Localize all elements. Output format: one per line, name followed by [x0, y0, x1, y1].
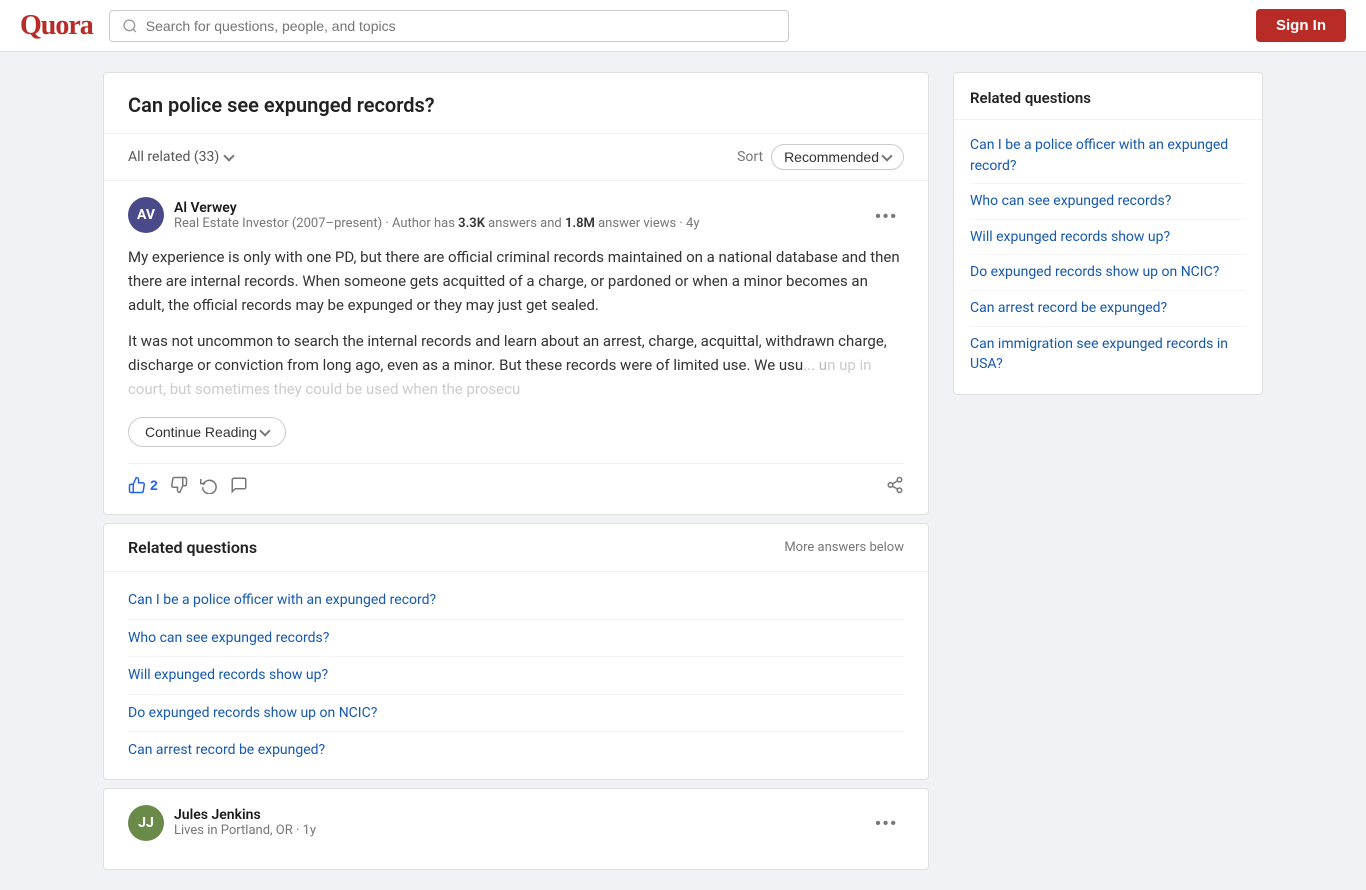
search-input[interactable] — [146, 18, 776, 34]
upvote-count: 2 — [150, 477, 158, 493]
main-column: Can police see expunged records? All rel… — [103, 72, 929, 870]
upvote-icon — [128, 476, 146, 494]
answer-author: AV Al Verwey Real Estate Investor (2007–… — [128, 197, 904, 233]
continue-reading-label: Continue Reading — [145, 424, 257, 440]
list-item: Who can see expunged records? — [970, 184, 1246, 220]
search-box — [109, 10, 789, 42]
sidebar-links-list: Can I be a police officer with an expung… — [954, 120, 1262, 394]
answer-section: AV Al Verwey Real Estate Investor (2007–… — [104, 181, 928, 514]
sort-value: Recommended — [784, 149, 879, 165]
list-item: Can arrest record be expunged? — [970, 291, 1246, 327]
continue-chevron-icon — [259, 425, 270, 436]
sidebar-link-3[interactable]: Will expunged records show up? — [970, 229, 1170, 245]
comment-icon — [230, 476, 248, 494]
related-questions-title: Related questions — [128, 538, 257, 557]
sidebar-link-4[interactable]: Do expunged records show up on NCIC? — [970, 264, 1219, 280]
answer-body-p1: My experience is only with one PD, but t… — [128, 245, 904, 317]
ellipsis-icon — [875, 204, 898, 226]
page-content: Can police see expunged records? All rel… — [83, 52, 1283, 890]
sidebar-link-6[interactable]: Can immigration see expunged records in … — [970, 336, 1228, 373]
share-icon — [200, 476, 218, 494]
second-avatar: JJ — [128, 805, 164, 841]
list-item: Do expunged records show up on NCIC? — [970, 255, 1246, 291]
answer-body-faded1: ... u — [803, 356, 827, 374]
upvote-button[interactable]: 2 — [128, 472, 158, 498]
sidebar-link-1[interactable]: Can I be a police officer with an expung… — [970, 137, 1228, 174]
quora-logo[interactable]: Quora — [20, 10, 93, 42]
all-related-label: All related (33) — [128, 149, 219, 165]
list-item: Who can see expunged records? — [128, 620, 904, 658]
related-link-5[interactable]: Can arrest record be expunged? — [128, 742, 325, 758]
search-icon — [122, 18, 138, 34]
related-questions-header: Related questions More answers below — [104, 524, 928, 572]
related-questions-card: Related questions More answers below Can… — [103, 523, 929, 780]
related-questions-list: Can I be a police officer with an expung… — [104, 572, 928, 779]
sort-chevron-icon — [881, 150, 892, 161]
answer-actions: 2 — [128, 463, 904, 498]
question-meta: All related (33) Sort Recommended — [104, 134, 928, 181]
header-right: Sign In — [1256, 9, 1346, 42]
related-link-1[interactable]: Can I be a police officer with an expung… — [128, 592, 436, 608]
sidebar: Related questions Can I be a police offi… — [953, 72, 1263, 395]
sign-in-button[interactable]: Sign In — [1256, 9, 1346, 42]
second-author-bio: Lives in Portland, OR · 1y — [174, 823, 316, 838]
list-item: Can arrest record be expunged? — [128, 732, 904, 769]
sidebar-title: Related questions — [954, 73, 1262, 120]
author-details: Al Verwey Real Estate Investor (2007–pre… — [174, 200, 700, 231]
answer-body-p2: It was not uncommon to search the intern… — [128, 329, 904, 401]
question-header: Can police see expunged records? — [104, 73, 928, 134]
second-ellipsis-icon — [875, 811, 898, 833]
author-bio: Real Estate Investor (2007–present) · Au… — [174, 216, 700, 231]
more-answers-label: More answers below — [784, 540, 904, 555]
header: Quora Sign In — [0, 0, 1366, 52]
comment-button[interactable] — [230, 472, 248, 498]
external-share-button[interactable] — [886, 472, 904, 498]
external-share-icon — [886, 476, 904, 494]
list-item: Can I be a police officer with an expung… — [128, 582, 904, 620]
downvote-button[interactable] — [170, 472, 188, 498]
related-link-2[interactable]: Who can see expunged records? — [128, 630, 329, 646]
downvote-icon — [170, 476, 188, 494]
second-more-options-button[interactable] — [869, 809, 904, 836]
second-author-info: JJ Jules Jenkins Lives in Portland, OR ·… — [128, 805, 316, 841]
second-answer-author: JJ Jules Jenkins Lives in Portland, OR ·… — [128, 805, 904, 841]
second-answer-section: JJ Jules Jenkins Lives in Portland, OR ·… — [104, 789, 928, 869]
list-item: Will expunged records show up? — [128, 657, 904, 695]
sidebar-card: Related questions Can I be a police offi… — [953, 72, 1263, 395]
question-title: Can police see expunged records? — [128, 93, 904, 117]
question-card: Can police see expunged records? All rel… — [103, 72, 929, 515]
related-link-4[interactable]: Do expunged records show up on NCIC? — [128, 705, 377, 721]
share-button[interactable] — [200, 472, 218, 498]
list-item: Can immigration see expunged records in … — [970, 327, 1246, 382]
chevron-down-icon — [224, 150, 235, 161]
continue-reading-button[interactable]: Continue Reading — [128, 417, 286, 447]
second-author-details: Jules Jenkins Lives in Portland, OR · 1y — [174, 807, 316, 838]
search-container — [109, 10, 789, 42]
more-options-button[interactable] — [869, 202, 904, 229]
author-info: AV Al Verwey Real Estate Investor (2007–… — [128, 197, 700, 233]
answer-body-p2-text: It was not uncommon to search the intern… — [128, 332, 887, 374]
sidebar-link-2[interactable]: Who can see expunged records? — [970, 193, 1171, 209]
list-item: Can I be a police officer with an expung… — [970, 128, 1246, 184]
author-name[interactable]: Al Verwey — [174, 200, 700, 216]
sort-button[interactable]: Recommended — [771, 144, 904, 170]
related-link-3[interactable]: Will expunged records show up? — [128, 667, 328, 683]
second-answer-card: JJ Jules Jenkins Lives in Portland, OR ·… — [103, 788, 929, 870]
all-related-button[interactable]: All related (33) — [128, 149, 233, 165]
list-item: Do expunged records show up on NCIC? — [128, 695, 904, 733]
second-author-name[interactable]: Jules Jenkins — [174, 807, 316, 823]
sidebar-link-5[interactable]: Can arrest record be expunged? — [970, 300, 1167, 316]
list-item: Will expunged records show up? — [970, 220, 1246, 256]
sort-section: Sort Recommended — [737, 144, 904, 170]
avatar: AV — [128, 197, 164, 233]
sort-label: Sort — [737, 149, 763, 165]
